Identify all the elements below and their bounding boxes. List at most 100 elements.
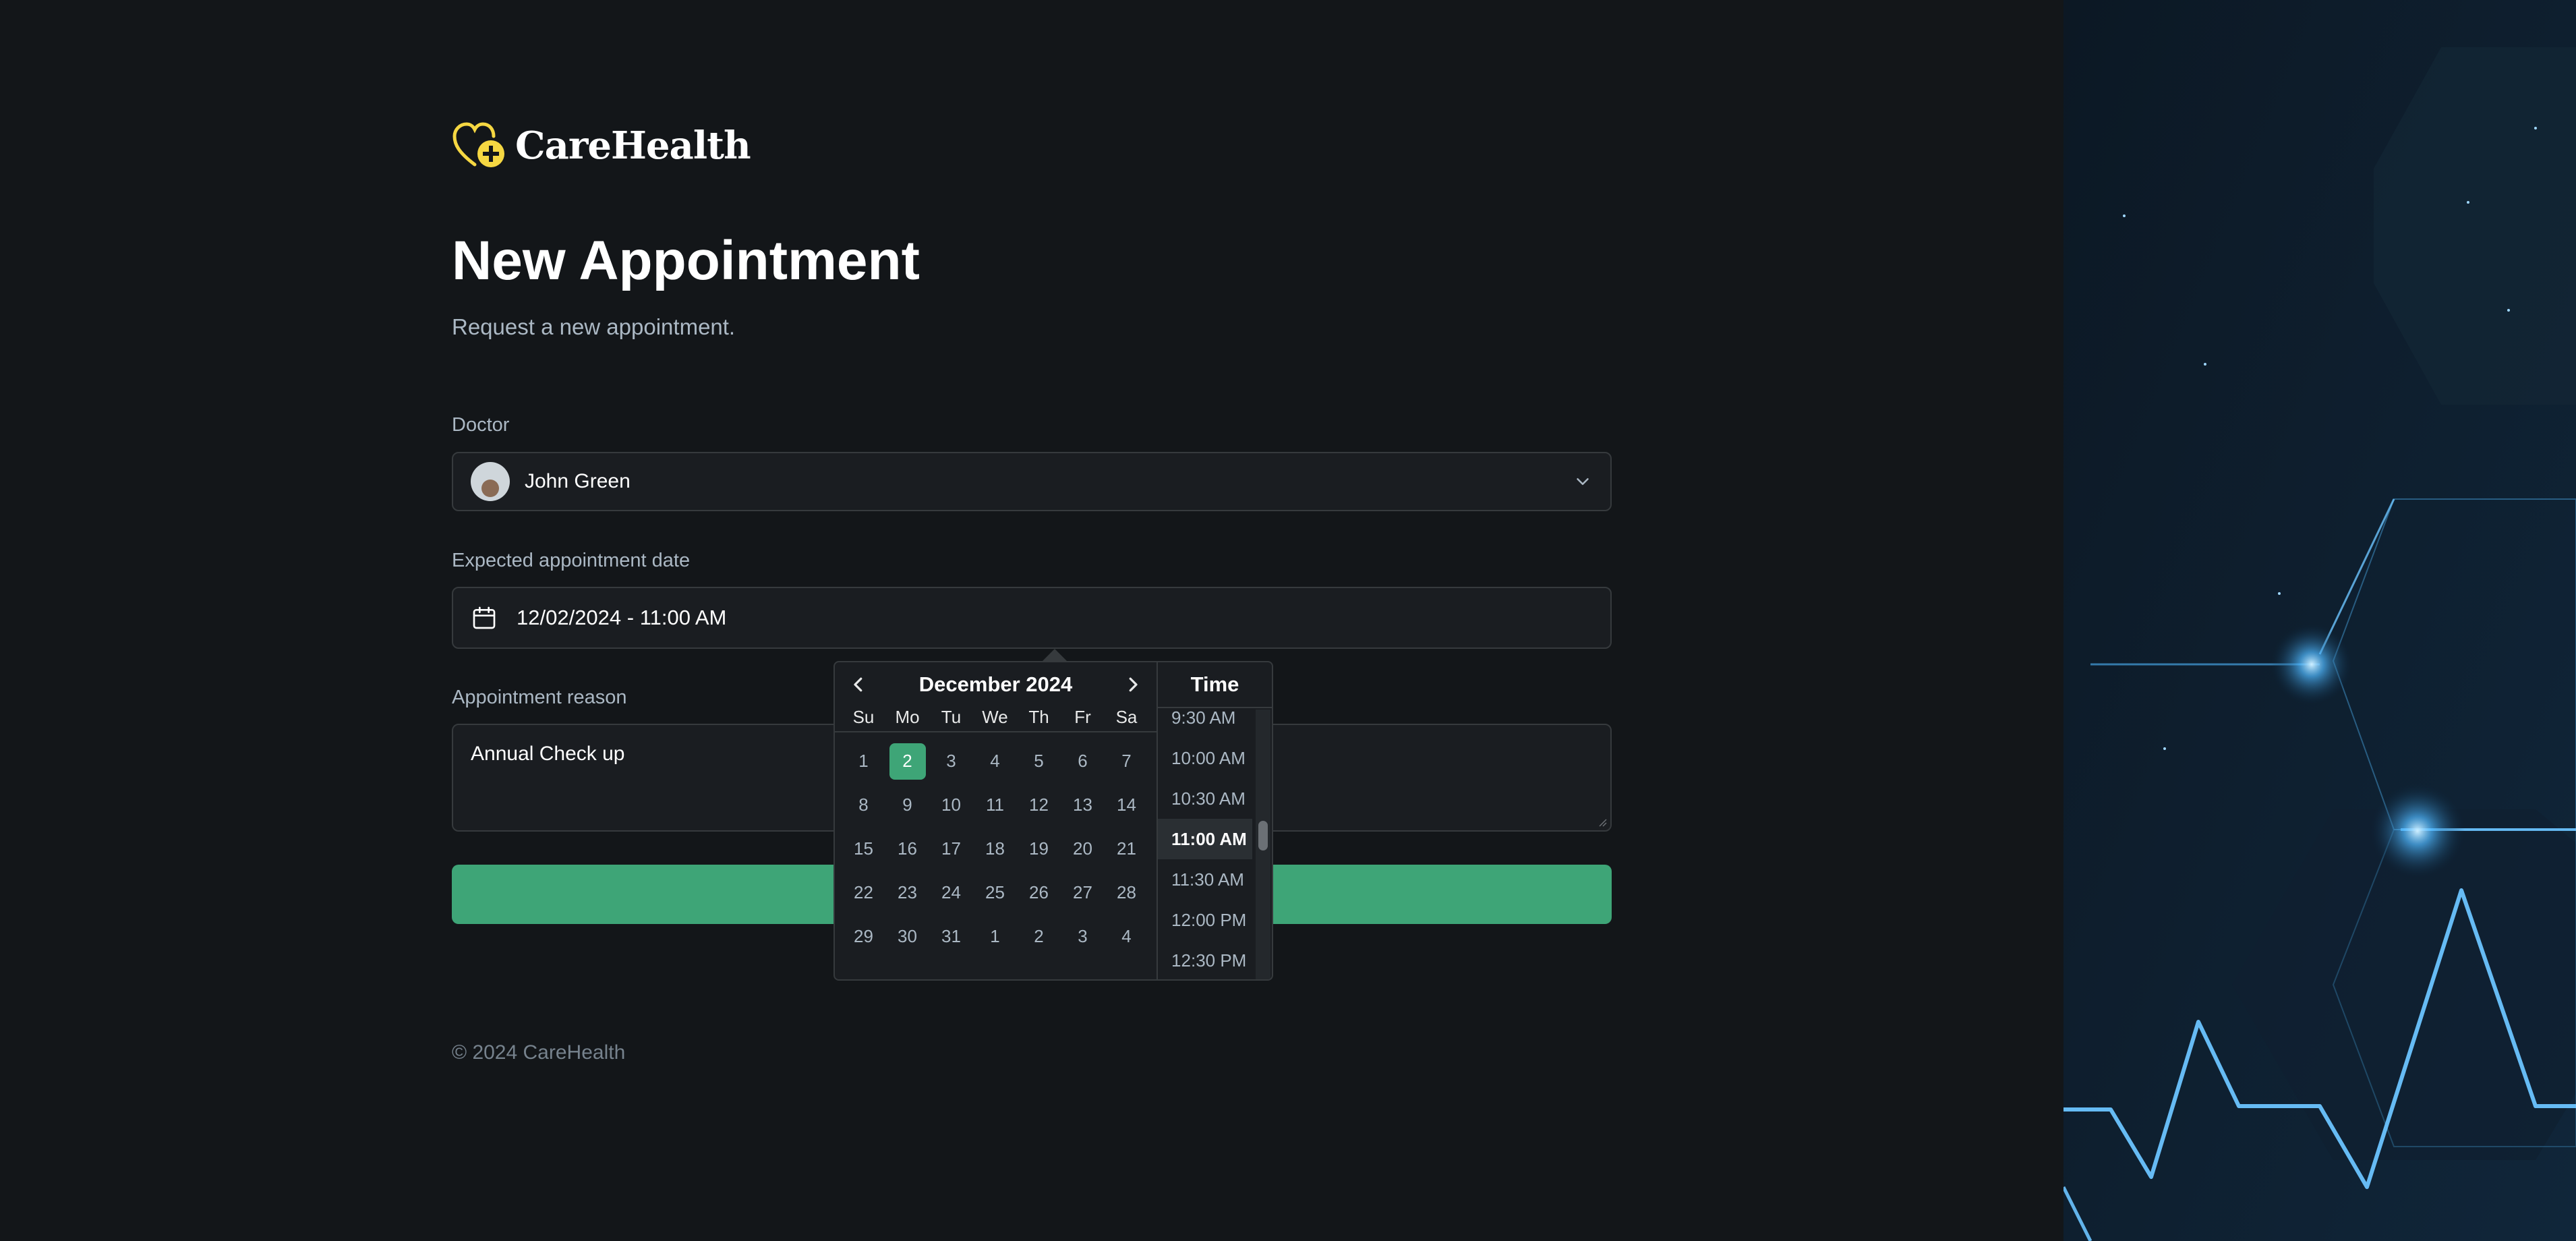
weekday-label: Su: [852, 707, 875, 727]
time-option[interactable]: 10:30 AM: [1158, 778, 1252, 819]
day-cell[interactable]: 25: [973, 871, 1017, 915]
day-cell[interactable]: 10: [929, 783, 973, 827]
date-label: Expected appointment date: [452, 550, 691, 571]
day-number: 24: [941, 882, 961, 902]
decorative-panel: [2063, 0, 2576, 1241]
day-cell[interactable]: 16: [885, 827, 929, 871]
day-cell[interactable]: 15: [842, 827, 885, 871]
heartbeat-hexagon-illustration: [2063, 0, 2576, 1241]
day-cell[interactable]: 12: [1017, 783, 1061, 827]
day-cell[interactable]: 4: [1105, 915, 1148, 958]
day-cell[interactable]: 9: [885, 783, 929, 827]
weekday-label: Sa: [1115, 707, 1138, 727]
day-number: 3: [946, 751, 956, 771]
logo: CareHealth: [452, 121, 751, 170]
day-number: 1: [858, 751, 869, 771]
weekday-label: We: [982, 707, 1008, 727]
day-number: 2: [1034, 926, 1044, 946]
day-number: 11: [986, 795, 1004, 815]
doctor-avatar: [471, 462, 510, 501]
calendar-header: December 2024: [835, 662, 1157, 707]
reason-value: Annual Check up: [471, 743, 625, 765]
date-input[interactable]: 12/02/2024 - 11:00 AM: [452, 587, 1612, 649]
day-number: 4: [990, 751, 1000, 771]
day-number: 28: [1117, 882, 1136, 902]
day-cell[interactable]: 31: [929, 915, 973, 958]
day-cell[interactable]: 28: [1105, 871, 1148, 915]
day-cell[interactable]: 20: [1061, 827, 1105, 871]
time-list: 9:30 AM 10:00 AM 10:30 AM 11:00 AM 11:30 AM 1…: [1158, 697, 1253, 979]
day-cell[interactable]: 21: [1105, 827, 1148, 871]
day-cell[interactable]: 22: [842, 871, 885, 915]
day-cell[interactable]: 4: [973, 739, 1017, 783]
weekday-header: Su Mo Tu We Th Fr Sa: [835, 707, 1157, 732]
day-cell-selected[interactable]: 2: [885, 739, 929, 783]
time-option-selected[interactable]: 11:00 AM: [1158, 819, 1253, 859]
copyright: © 2024 CareHealth: [452, 1041, 626, 1064]
day-cell[interactable]: 23: [885, 871, 929, 915]
weekday-label: Fr: [1074, 707, 1091, 727]
weekday-label: Tu: [941, 707, 962, 727]
day-cell[interactable]: 29: [842, 915, 885, 958]
day-cell[interactable]: 24: [929, 871, 973, 915]
day-number: 30: [898, 926, 917, 946]
doctor-select[interactable]: John Green: [452, 452, 1612, 511]
day-cell[interactable]: 3: [1061, 915, 1105, 958]
doctor-label: Doctor: [452, 414, 510, 436]
day-cell[interactable]: 1: [842, 739, 885, 783]
day-number: 3: [1078, 926, 1088, 946]
month-label: December 2024: [918, 672, 1073, 696]
day-number: 1: [990, 926, 1000, 946]
day-number: 12: [1029, 795, 1049, 815]
day-cell[interactable]: 14: [1105, 783, 1148, 827]
chevron-right-icon[interactable]: [1123, 674, 1143, 695]
chevron-left-icon[interactable]: [848, 674, 869, 695]
day-number: 26: [1029, 882, 1049, 902]
doctor-name: John Green: [525, 470, 631, 492]
day-number: 10: [941, 795, 961, 815]
day-number: 16: [898, 838, 917, 859]
day-number: 27: [1073, 882, 1092, 902]
day-number: 31: [941, 926, 961, 946]
day-number: 21: [1117, 838, 1136, 859]
day-cell[interactable]: 27: [1061, 871, 1105, 915]
day-cell[interactable]: 6: [1061, 739, 1105, 783]
day-cell[interactable]: 11: [973, 783, 1017, 827]
day-cell[interactable]: 5: [1017, 739, 1061, 783]
day-number: 19: [1029, 838, 1049, 859]
day-cell[interactable]: 26: [1017, 871, 1061, 915]
day-cell[interactable]: 2: [1017, 915, 1061, 958]
day-number: 17: [941, 838, 961, 859]
day-number: 14: [1117, 795, 1136, 815]
time-scrollbar-thumb[interactable]: [1258, 821, 1268, 850]
day-cell[interactable]: 30: [885, 915, 929, 958]
day-number: 13: [1073, 795, 1092, 815]
time-option[interactable]: 12:30 PM: [1158, 940, 1252, 979]
day-number: 7: [1121, 751, 1132, 771]
day-cell[interactable]: 1: [973, 915, 1017, 958]
day-number: 4: [1121, 926, 1132, 946]
calendar: December 2024 Su Mo Tu We Th Fr Sa 1 2 3 4 5 6 7 8 9 10…: [835, 662, 1157, 979]
time-option[interactable]: 12:00 PM: [1158, 900, 1252, 940]
time-option[interactable]: 11:30 AM: [1158, 859, 1252, 900]
day-number: 18: [985, 838, 1005, 859]
day-cell[interactable]: 19: [1017, 827, 1061, 871]
day-cell[interactable]: 17: [929, 827, 973, 871]
day-number: 22: [854, 882, 873, 902]
time-option[interactable]: 9:30 AM: [1158, 697, 1252, 738]
form-panel: CareHealth New Appointment Request a new…: [0, 0, 2063, 1241]
day-cell[interactable]: 7: [1105, 739, 1148, 783]
day-cell[interactable]: 18: [973, 827, 1017, 871]
day-number: 29: [854, 926, 873, 946]
calendar-icon: [473, 606, 496, 629]
day-cell[interactable]: 3: [929, 739, 973, 783]
calendar-days: 1 2 3 4 5 6 7 8 9 10 11 12 13 14 15 16 17 18 19 20 21 22 23 24 2…: [835, 732, 1157, 958]
day-cell[interactable]: 13: [1061, 783, 1105, 827]
resize-grip-icon[interactable]: [1597, 817, 1608, 828]
weekday-label: Th: [1028, 707, 1049, 727]
picker-pointer: [1043, 649, 1067, 661]
time-option[interactable]: 10:00 AM: [1158, 738, 1252, 778]
day-number: 15: [854, 838, 873, 859]
chevron-down-icon: [1577, 478, 1589, 485]
day-cell[interactable]: 8: [842, 783, 885, 827]
